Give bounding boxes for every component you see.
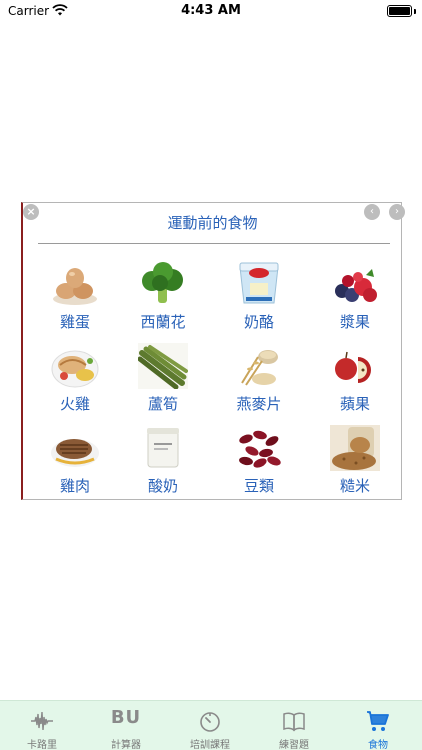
- tab-training[interactable]: 培訓課程: [168, 701, 252, 750]
- oats-icon: [241, 350, 278, 386]
- food-label: 西蘭花: [140, 313, 186, 331]
- cheese-tub-icon: [239, 262, 279, 304]
- tab-label: 練習題: [279, 740, 309, 750]
- food-item-brown-rice[interactable]: 糙米: [315, 425, 395, 503]
- tab-food[interactable]: 食物: [336, 701, 420, 750]
- turkey-icon: [51, 350, 99, 388]
- card-title: 運動前的食物: [167, 214, 258, 232]
- berries-icon: [335, 269, 377, 302]
- food-label: 蘆筍: [147, 395, 178, 413]
- tab-label: 卡路里: [27, 740, 57, 750]
- food-item-asparagus[interactable]: 蘆筍: [123, 343, 203, 421]
- clock: 4:43 AM: [181, 3, 241, 18]
- status-bar: Carrier 4:43 AM: [0, 0, 422, 24]
- waveform-icon: [31, 711, 53, 731]
- yogurt-icon: [147, 428, 179, 468]
- timer-icon: [200, 712, 220, 732]
- food-label: 漿果: [339, 313, 370, 331]
- cart-icon: [367, 711, 389, 731]
- battery-icon: [387, 5, 412, 17]
- food-item-chicken[interactable]: 雞肉: [35, 425, 115, 503]
- food-item-turkey[interactable]: 火雞: [35, 343, 115, 421]
- food-item-cheese[interactable]: 奶酪: [219, 261, 299, 339]
- tab-label: 計算器: [111, 740, 141, 750]
- food-item-apple[interactable]: 蘋果: [315, 343, 395, 421]
- brown-rice-icon: [330, 425, 380, 471]
- battery-tip: [414, 9, 416, 14]
- bu-icon: BU: [110, 707, 142, 728]
- asparagus-icon: [138, 343, 188, 389]
- food-item-berries[interactable]: 漿果: [315, 261, 395, 339]
- food-label: 燕麥片: [236, 395, 282, 413]
- tab-calculator[interactable]: BU 計算器: [84, 701, 168, 750]
- food-label: 雞蛋: [59, 313, 90, 331]
- broccoli-icon: [142, 262, 183, 303]
- food-item-beans[interactable]: 豆類: [219, 425, 299, 503]
- food-label: 奶酪: [243, 313, 274, 331]
- tab-calories[interactable]: 卡路里: [0, 701, 84, 750]
- food-item-oats[interactable]: 燕麥片: [219, 343, 299, 421]
- food-label: 酸奶: [147, 477, 178, 495]
- chicken-icon: [51, 439, 99, 467]
- food-item-yogurt[interactable]: 酸奶: [123, 425, 203, 503]
- food-label: 豆類: [243, 477, 274, 495]
- apple-icon: [335, 351, 371, 383]
- book-icon: [283, 712, 305, 732]
- food-item-broccoli[interactable]: 西蘭花: [123, 261, 203, 339]
- food-label: 火雞: [59, 395, 90, 413]
- food-card: × ‹ › 運動前的食物 雞蛋 西蘭花 奶酪 漿果 火雞 蘆筍 燕麥片 蘋果 雞…: [21, 202, 405, 503]
- divider: [38, 243, 390, 244]
- tab-bar: 卡路里 BU 計算器 培訓課程 練習題 食物: [0, 700, 422, 750]
- tab-label: 食物: [368, 740, 388, 750]
- food-label: 雞肉: [59, 477, 90, 495]
- food-label: 糙米: [339, 477, 370, 495]
- food-label: 蘋果: [339, 395, 370, 413]
- egg-icon: [53, 268, 97, 305]
- tab-exercises[interactable]: 練習題: [252, 701, 336, 750]
- tab-label: 培訓課程: [190, 740, 230, 750]
- beans-icon: [239, 430, 281, 468]
- food-item-egg[interactable]: 雞蛋: [35, 261, 115, 339]
